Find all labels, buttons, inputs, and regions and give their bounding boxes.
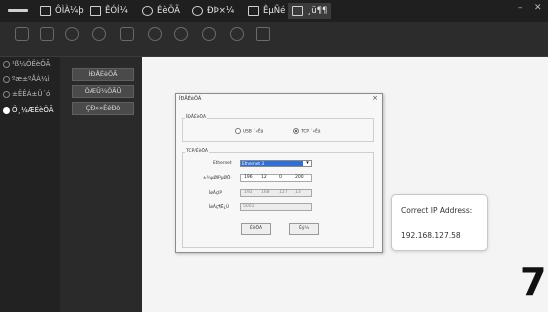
radio-icon — [235, 128, 241, 134]
remote-ip-label: ÍøÂçIP — [209, 191, 222, 196]
subpanel-button-3[interactable]: ÇÐ»»ÈéÐò — [72, 102, 134, 115]
connect-icon[interactable] — [15, 27, 29, 41]
mode-group: ÍÐÅÉèÖÃ USB ´«Êä TCP ´«Êä — [182, 115, 374, 142]
ok-button[interactable]: ÉèÖÃ — [241, 223, 271, 235]
radio-selected-icon — [293, 128, 299, 134]
cancel-button[interactable]: Èý¼ — [289, 223, 319, 235]
ip-callout: Correct IP Address: 192.168.127.58 — [391, 194, 488, 251]
sidebar-item-4[interactable]: Ö¸¼ÆÉèÖÃ — [3, 106, 54, 114]
radio-icon — [3, 90, 10, 98]
pause-icon[interactable] — [65, 27, 79, 41]
ethernet-label: Ethernet — [213, 161, 232, 166]
back-icon[interactable] — [148, 27, 162, 41]
close-icon[interactable]: × — [372, 94, 378, 102]
window-icon — [40, 6, 51, 16]
app-logo — [8, 9, 28, 12]
dialog-title: ÍÐÅÉèÖÃ — [179, 96, 202, 102]
close-window-button[interactable]: ✕ — [534, 3, 542, 13]
sub-panel: ÍÐÅÉèÖÃ ÖÆÛ¼ÖÃÛ ÇÐ»»ÈéÐò — [60, 57, 142, 312]
monitor-icon — [90, 6, 101, 16]
comm-settings-button[interactable]: ÍÐÅÉèÖÃ — [72, 68, 134, 81]
step-number: 7 — [520, 260, 547, 304]
radio-icon — [3, 60, 10, 68]
usb-radio[interactable]: USB ´«Êä — [235, 128, 263, 135]
sidebar-item-1[interactable]: ¹ß¼ÓËèÖÃ — [3, 60, 50, 68]
upload-icon[interactable] — [230, 27, 244, 41]
menu-settings[interactable]: ÉèÖÃ — [142, 5, 180, 17]
menu-file[interactable]: ÔÌÀ¼þ — [40, 5, 84, 17]
sidebar-item-2[interactable]: ºæ±ºÅÀ¼ì — [3, 75, 50, 83]
radio-icon — [3, 75, 10, 83]
ethernet-select[interactable]: Ethernet 3 ▾ — [240, 160, 312, 167]
stop-icon[interactable] — [92, 27, 106, 41]
local-ip-field[interactable]: 196 12 0 200 — [240, 174, 312, 182]
forward-icon[interactable] — [174, 27, 188, 41]
remote-ip-field: 192 168 127 13 — [240, 189, 312, 197]
print-icon[interactable] — [40, 27, 54, 41]
subpanel-button-2[interactable]: ÖÆÛ¼ÖÃÛ — [72, 85, 134, 98]
folder-icon — [248, 6, 259, 16]
tcp-group-label: TCP/ÉèÖÃ — [185, 149, 210, 154]
local-ip-label: ±¾µØIPµØÖ· — [203, 176, 232, 181]
radio-selected-icon — [3, 106, 10, 114]
title-bar: ÔÌÀ¼þ ÊÓÍ¼ ÉèÖÃ ÐÞ×¼ ÊµÑé ¸ü¶¶ – ✕ — [0, 0, 548, 22]
list-icon — [292, 6, 303, 16]
menu-calibrate[interactable]: ÐÞ×¼ — [192, 5, 234, 17]
download-icon[interactable] — [202, 27, 216, 41]
sidebar-item-3[interactable]: ±ÊÊÁ±Ü´ó — [3, 90, 50, 98]
gear-icon — [142, 6, 153, 16]
tool-icon — [192, 6, 203, 16]
comm-settings-dialog: ÍÐÅÉèÖÃ × ÍÐÅÉèÖÃ USB ´«Êä TCP ´«Êä TCP/… — [175, 93, 383, 253]
minimize-button[interactable]: – — [518, 3, 523, 13]
chevron-down-icon: ▾ — [306, 160, 309, 166]
callout-ip: 192.168.127.58 — [401, 231, 461, 240]
menu-view[interactable]: ÊÓÍ¼ — [90, 5, 128, 17]
menu-more[interactable]: ¸ü¶¶ — [288, 3, 332, 19]
home-icon[interactable] — [256, 27, 270, 41]
tcp-group: TCP/ÉèÖÃ Ethernet Ethernet 3 ▾ ±¾µØIPµØÖ… — [182, 149, 374, 248]
ethernet-value: Ethernet 3 — [241, 161, 303, 166]
toolbar — [0, 22, 548, 57]
tcp-radio[interactable]: TCP ´«Êä — [293, 128, 320, 135]
port-label: ÍøÂç¶Ë¿Ú — [209, 205, 229, 210]
port-field: 5001 — [240, 203, 312, 211]
callout-title: Correct IP Address: — [401, 206, 473, 215]
mode-group-label: ÍÐÅÉèÖÃ — [185, 115, 208, 120]
sidebar: ¹ß¼ÓËèÖÃ ºæ±ºÅÀ¼ì ±ÊÊÁ±Ü´ó Ö¸¼ÆÉèÖÃ — [0, 57, 60, 312]
save-icon[interactable] — [120, 27, 134, 41]
menu-experiment[interactable]: ÊµÑé — [248, 5, 285, 17]
